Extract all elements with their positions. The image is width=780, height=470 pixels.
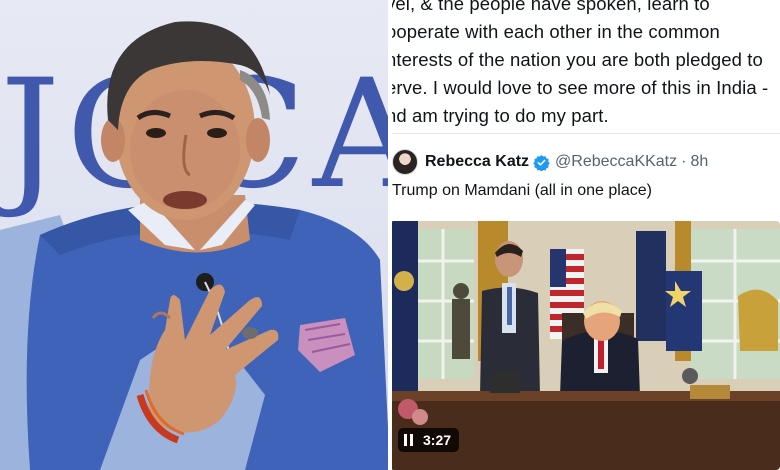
tweet-text: Trump on Mamdani (all in one place): [392, 182, 652, 199]
author-handle[interactable]: @RebeccaKKatz: [555, 153, 677, 171]
author-display-name[interactable]: Rebecca Katz: [425, 153, 529, 171]
video-duration-badge[interactable]: 3:27: [398, 428, 460, 452]
tweet-timestamp[interactable]: 8h: [690, 153, 708, 171]
video-duration: 3:27: [423, 432, 452, 448]
verified-badge-icon: [533, 154, 550, 171]
tweet-screenshot: vel, & the people have spoken, learn to …: [392, 0, 780, 470]
pause-icon[interactable]: [404, 434, 416, 446]
meta-separator: ·: [681, 153, 687, 170]
quote-line: vel, & the people have spoken, learn to: [392, 0, 710, 14]
tweet-header: Rebecca Katz @RebeccaKKatz · 8h: [392, 148, 708, 176]
quote-line: ooperate with each other in the common: [392, 21, 720, 42]
quote-line: nterests of the nation you are both pled…: [392, 49, 763, 70]
quote-line: nd am trying to do my part.: [392, 105, 609, 126]
quote-line: erve. I would love to see more of this i…: [392, 77, 769, 98]
speaker-illustration: [0, 21, 390, 470]
speaker-photo: JGCA: [0, 0, 390, 470]
avatar[interactable]: [392, 149, 418, 175]
quoted-tweet-text: vel, & the people have spoken, learn to …: [392, 0, 780, 130]
tweet-separator: [392, 133, 780, 134]
